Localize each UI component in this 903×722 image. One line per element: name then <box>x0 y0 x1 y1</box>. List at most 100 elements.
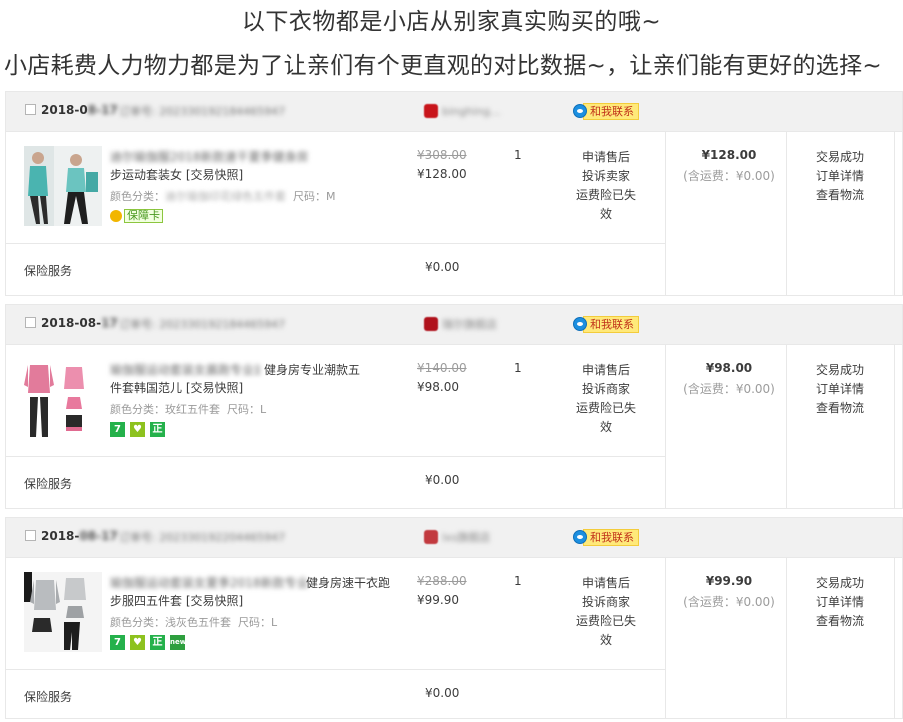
banner-line-1: 以下衣物都是小店从别家真实购买的哦~ <box>241 9 662 35</box>
quantity: 1 <box>514 148 522 162</box>
seven-day-return-icon[interactable]: 7 <box>110 635 125 650</box>
order-body: 迪尔瑜伽服2018新款速干夏季健身房 步运动套装女 [交易快照] 颜色分类：迪尔… <box>6 132 902 295</box>
order-details-link[interactable]: 订单详情 <box>816 167 864 186</box>
trade-status[interactable]: 交易成功 <box>816 148 864 167</box>
quantity: 1 <box>514 574 522 588</box>
product-title-blurred[interactable]: 瑜伽服运动套装女晨跑专业速干瑜伽服 <box>110 361 260 378</box>
shop-logo-icon <box>424 530 438 544</box>
quantity: 1 <box>514 361 522 375</box>
bao-icon[interactable]: ♥ <box>130 422 145 437</box>
order-number: 订单号: 202330192184465947 <box>119 318 286 331</box>
logistics-link[interactable]: 查看物流 <box>816 186 864 205</box>
shop-link[interactable]: 瑞尔旗舰店 <box>424 314 497 334</box>
order-checkbox[interactable] <box>25 530 36 541</box>
authentic-icon[interactable]: 正 <box>150 422 165 437</box>
unit-price: ¥99.90 <box>417 593 459 607</box>
shop-logo-icon <box>424 104 438 118</box>
complain-link[interactable]: 投诉商家 <box>571 593 641 612</box>
logistics-link[interactable]: 查看物流 <box>816 612 864 631</box>
after-sales-links: 申请售后 投诉商家 运费险已失效 <box>571 574 641 650</box>
after-sales-links: 申请售后 投诉商家 运费险已失效 <box>571 361 641 437</box>
banner: 以下衣物都是小店从别家真实购买的哦~ 小店耗费人力物力都是为了让亲们有个更直观的… <box>0 0 903 88</box>
trade-status[interactable]: 交易成功 <box>816 361 864 380</box>
logistics-link[interactable]: 查看物流 <box>816 399 864 418</box>
new-icon[interactable]: new <box>170 635 186 650</box>
banner-line-2: 小店耗费人力物力都是为了让亲们有个更直观的对比数据~，让亲们能有更好的选择~ <box>4 53 882 79</box>
shop-name: lxs旗舰店 <box>442 531 491 544</box>
wangwang-icon <box>573 104 587 118</box>
service-badges: 7 ♥ 正 new <box>110 635 186 650</box>
original-price: ¥140.00 <box>417 361 467 375</box>
guarantee-card-icon <box>110 210 122 222</box>
shop-link[interactable]: lxs旗舰店 <box>424 527 490 547</box>
product-title[interactable]: 件套韩国范儿 [交易快照] <box>110 379 243 396</box>
shop-logo-icon <box>424 317 438 331</box>
order-date: 2018-08-17 <box>41 103 118 117</box>
apply-after-sales-link[interactable]: 申请售后 <box>571 148 641 167</box>
wangwang-icon <box>573 530 587 544</box>
order-number: 订单号: 202330192184465947 <box>119 105 286 118</box>
apply-after-sales-link[interactable]: 申请售后 <box>571 361 641 380</box>
product-thumbnail[interactable] <box>24 146 102 226</box>
contact-label: 和我联系 <box>583 102 639 120</box>
original-price: ¥308.00 <box>417 148 467 162</box>
contact-seller-button[interactable]: 和我联系 <box>573 102 639 120</box>
insurance-price: ¥0.00 <box>425 260 460 274</box>
product-title-blurred[interactable]: 迪尔瑜伽服2018新款速干夏季健身房 <box>110 148 390 165</box>
seven-day-return-icon[interactable]: 7 <box>110 422 125 437</box>
product-title[interactable]: 步服四五件套 [交易快照] <box>110 592 243 609</box>
product-sku: 颜色分类：浅灰色五件套 尺码：L <box>110 616 278 629</box>
product-sku: 颜色分类：玫红五件套 尺码：L <box>110 403 267 416</box>
status-links: 交易成功 订单详情 查看物流 <box>816 574 864 631</box>
shipping-insurance-status[interactable]: 运费险已失效 <box>571 399 641 437</box>
product-title-blurred[interactable]: 瑜伽服运动套装女夏季2018新款专业 <box>110 574 310 591</box>
order-checkbox[interactable] <box>25 317 36 328</box>
contact-label: 和我联系 <box>583 315 639 333</box>
status-links: 交易成功 订单详情 查看物流 <box>816 148 864 205</box>
product-title-tail[interactable]: 健身房专业潮款五 <box>264 361 360 378</box>
order-header: 2018-08-17 订单号: 202330192184465947 瑞尔旗舰店… <box>6 305 902 345</box>
product-thumbnail[interactable] <box>24 359 102 439</box>
order-checkbox[interactable] <box>25 104 36 115</box>
shop-link[interactable]: binghing... <box>424 101 500 121</box>
order-body: 瑜伽服运动套装女晨跑专业速干瑜伽服 健身房专业潮款五 件套韩国范儿 [交易快照]… <box>6 345 902 508</box>
shipping-insurance-status[interactable]: 运费险已失效 <box>571 186 641 224</box>
status-links: 交易成功 订单详情 查看物流 <box>816 361 864 418</box>
shipping-note: (含运费：¥0.00) <box>683 169 775 183</box>
product-sku: 颜色分类：迪尔瑜伽印花绿色五件套 尺码：M <box>110 190 336 203</box>
wangwang-icon <box>573 317 587 331</box>
after-sales-links: 申请售后 投诉卖家 运费险已失效 <box>571 148 641 224</box>
contact-seller-button[interactable]: 和我联系 <box>573 528 639 546</box>
shipping-insurance-status[interactable]: 运费险已失效 <box>571 612 641 650</box>
shipping-note: (含运费：¥0.00) <box>683 595 775 609</box>
unit-price: ¥128.00 <box>417 167 467 181</box>
paid-amount: ¥98.00 <box>705 361 753 375</box>
trade-status[interactable]: 交易成功 <box>816 574 864 593</box>
order-header: 2018-08-17 订单号: 202330192184465947 bingh… <box>6 92 902 132</box>
contact-seller-button[interactable]: 和我联系 <box>573 315 639 333</box>
product-title-tail[interactable]: 健身房速干衣跑 <box>306 574 390 591</box>
product-thumbnail[interactable] <box>24 572 102 652</box>
authentic-icon[interactable]: 正 <box>150 635 165 650</box>
apply-after-sales-link[interactable]: 申请售后 <box>571 574 641 593</box>
service-badges: 保障卡 <box>110 209 163 223</box>
contact-label: 和我联系 <box>583 528 639 546</box>
order-details-link[interactable]: 订单详情 <box>816 593 864 612</box>
order-card: 2018-08-17 订单号: 202330192184465947 bingh… <box>5 91 903 296</box>
order-date: 2018-08-17 <box>41 316 118 330</box>
original-price: ¥288.00 <box>417 574 467 588</box>
order-details-link[interactable]: 订单详情 <box>816 380 864 399</box>
bao-icon[interactable]: ♥ <box>130 635 145 650</box>
product-title[interactable]: 步运动套装女 [交易快照] <box>110 166 243 183</box>
guarantee-card-badge[interactable]: 保障卡 <box>110 209 163 223</box>
order-body: 瑜伽服运动套装女夏季2018新款专业 健身房速干衣跑 步服四五件套 [交易快照]… <box>6 558 902 718</box>
service-badges: 7 ♥ 正 <box>110 422 165 437</box>
insurance-price: ¥0.00 <box>425 473 460 487</box>
paid-amount: ¥99.90 <box>705 574 753 588</box>
complain-link[interactable]: 投诉卖家 <box>571 167 641 186</box>
order-number: 订单号: 202330192204465947 <box>119 531 286 544</box>
insurance-label: 保险服务 <box>24 264 73 278</box>
complain-link[interactable]: 投诉商家 <box>571 380 641 399</box>
payment-column: ¥98.00 (含运费：¥0.00) <box>668 361 790 397</box>
order-card: 2018-08-17 订单号: 202330192184465947 瑞尔旗舰店… <box>5 304 903 509</box>
